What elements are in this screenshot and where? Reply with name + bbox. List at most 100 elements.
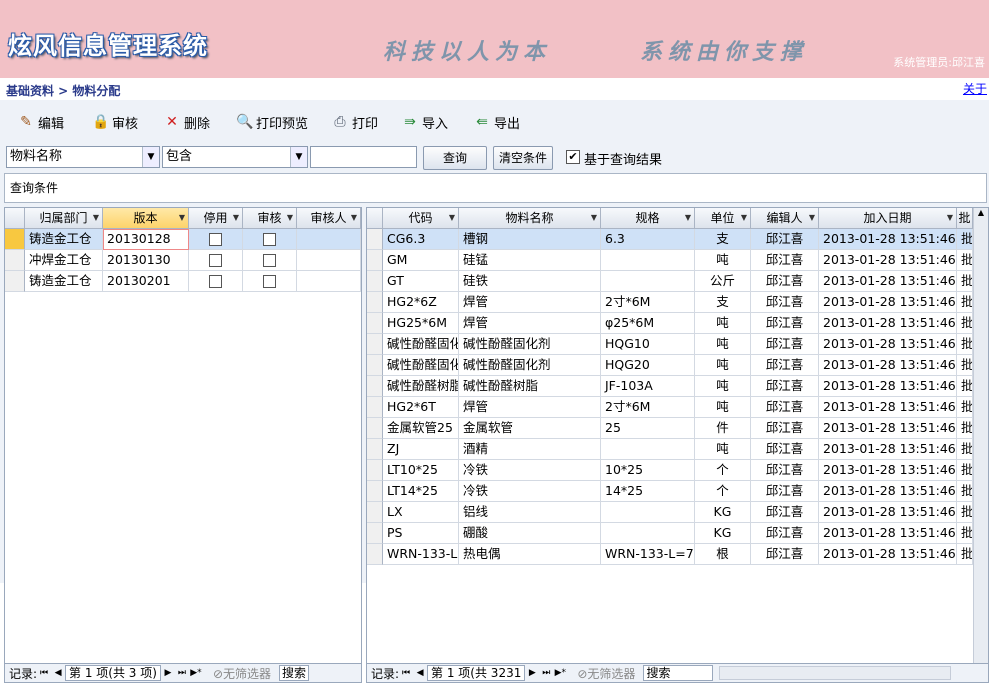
table-cell-unit[interactable]: 吨: [695, 397, 751, 418]
table-cell-date[interactable]: 2013-01-28 13:51:46: [819, 355, 957, 376]
table-cell-editor[interactable]: 邱江喜: [751, 292, 819, 313]
col-spec[interactable]: 规格 ▼: [601, 208, 695, 229]
print-preview-button[interactable]: 🔍 打印预览: [236, 113, 308, 132]
chevron-down-icon[interactable]: ▼: [290, 147, 307, 167]
table-cell-spec[interactable]: 2寸*6M: [601, 292, 695, 313]
table-row[interactable]: HG2*6T 焊管 2寸*6M 吨邱江喜 2013-01-28 13:51:46 批: [367, 397, 973, 418]
table-cell-extra[interactable]: 批: [957, 397, 973, 418]
table-cell-editor[interactable]: 邱江喜: [751, 481, 819, 502]
table-cell-editor[interactable]: 邱江喜: [751, 439, 819, 460]
table-cell-code[interactable]: 金属软管25: [383, 418, 459, 439]
table-cell-unit[interactable]: KG: [695, 523, 751, 544]
table-cell-name[interactable]: 铝线: [459, 502, 601, 523]
filter-value-input[interactable]: [310, 146, 417, 168]
table-cell-editor[interactable]: 邱江喜: [751, 271, 819, 292]
table-cell-date[interactable]: 2013-01-28 13:51:46: [819, 481, 957, 502]
table-cell-extra[interactable]: 批: [957, 313, 973, 334]
table-cell-extra[interactable]: 批: [957, 481, 973, 502]
table-cell-extra[interactable]: 批: [957, 229, 973, 250]
clear-conditions-button[interactable]: 清空条件: [493, 146, 553, 170]
table-cell-date[interactable]: 2013-01-28 13:51:46: [819, 334, 957, 355]
table-cell-name[interactable]: 热电偶: [459, 544, 601, 565]
query-button[interactable]: 查询: [423, 146, 487, 170]
row-selector[interactable]: [367, 292, 383, 313]
table-cell-code[interactable]: HG25*6M: [383, 313, 459, 334]
table-cell-name[interactable]: 焊管: [459, 313, 601, 334]
table-cell-spec[interactable]: φ25*6M: [601, 313, 695, 334]
table-cell-name[interactable]: 金属软管: [459, 418, 601, 439]
delete-button[interactable]: ✕ 删除: [164, 113, 210, 132]
last-record-icon[interactable]: ⏭: [175, 668, 189, 678]
table-cell-date[interactable]: 2013-01-28 13:51:46: [819, 292, 957, 313]
table-cell-unit[interactable]: 件: [695, 418, 751, 439]
col-version[interactable]: 版本 ▼: [103, 208, 189, 229]
table-cell-extra[interactable]: 批: [957, 544, 973, 565]
table-cell-code[interactable]: 碱性酚醛树脂: [383, 376, 459, 397]
table-cell-editor[interactable]: 邱江喜: [751, 544, 819, 565]
table-cell-name[interactable]: 焊管: [459, 292, 601, 313]
row-selector[interactable]: [5, 271, 25, 292]
first-record-icon[interactable]: ⏮: [37, 668, 51, 678]
table-cell-extra[interactable]: 批: [957, 334, 973, 355]
next-record-icon[interactable]: ▶: [161, 668, 175, 678]
table-cell-unit[interactable]: 吨: [695, 439, 751, 460]
filter-operator-select[interactable]: 包含 ▼: [162, 146, 308, 168]
prev-record-icon[interactable]: ◀: [51, 668, 65, 678]
table-row[interactable]: 碱性酚醛固化 碱性酚醛固化剂 HQG10 吨邱江喜 2013-01-28 13:51:4…: [367, 334, 973, 355]
table-cell-unit[interactable]: 吨: [695, 355, 751, 376]
table-cell-spec[interactable]: WRN-133-L=7: [601, 544, 695, 565]
col-dept[interactable]: 归属部门 ▼: [25, 208, 103, 229]
row-selector[interactable]: [367, 502, 383, 523]
col-editor[interactable]: 编辑人 ▼: [751, 208, 819, 229]
table-cell-unit[interactable]: 吨: [695, 334, 751, 355]
table-cell-extra[interactable]: 批: [957, 502, 973, 523]
table-cell-unit[interactable]: 支: [695, 292, 751, 313]
row-selector[interactable]: [367, 334, 383, 355]
table-cell-spec[interactable]: 6.3: [601, 229, 695, 250]
table-row[interactable]: HG25*6M 焊管 φ25*6M 吨邱江喜 2013-01-28 13:51:46 批: [367, 313, 973, 334]
table-row[interactable]: 碱性酚醛树脂 碱性酚醛树脂 JF-103A 吨邱江喜 2013-01-28 13:51:…: [367, 376, 973, 397]
no-filter-indicator[interactable]: ⊘无筛选器: [577, 665, 635, 682]
table-cell-code[interactable]: GM: [383, 250, 459, 271]
no-filter-indicator[interactable]: ⊘无筛选器: [213, 665, 271, 682]
table-cell-editor[interactable]: 邱江喜: [751, 376, 819, 397]
row-selector[interactable]: [367, 439, 383, 460]
table-row[interactable]: LT14*25 冷铁 14*25 个邱江喜 2013-01-28 13:51:46 批: [367, 481, 973, 502]
table-row[interactable]: HG2*6Z 焊管 2寸*6M 支邱江喜 2013-01-28 13:51:46 批: [367, 292, 973, 313]
table-cell-date[interactable]: 2013-01-28 13:51:46: [819, 397, 957, 418]
table-row[interactable]: CG6.3 槽钢 6.3 支邱江喜 2013-01-28 13:51:46 批: [367, 229, 973, 250]
record-position[interactable]: 第 1 项(共 3 项): [65, 665, 161, 681]
based-on-result-checkbox[interactable]: ✔: [566, 150, 580, 164]
table-cell-spec[interactable]: HQG10: [601, 334, 695, 355]
table-cell-editor[interactable]: 邱江喜: [751, 460, 819, 481]
table-cell-editor[interactable]: 邱江喜: [751, 397, 819, 418]
table-cell-unit[interactable]: KG: [695, 502, 751, 523]
table-cell-extra[interactable]: 批: [957, 460, 973, 481]
audit-button[interactable]: 🔒 审核: [92, 113, 138, 132]
vertical-scrollbar[interactable]: ▲: [973, 208, 988, 666]
table-cell-extra[interactable]: 批: [957, 418, 973, 439]
table-cell-spec[interactable]: [601, 439, 695, 460]
table-cell-editor[interactable]: 邱江喜: [751, 523, 819, 544]
table-cell-spec[interactable]: JF-103A: [601, 376, 695, 397]
row-selector[interactable]: [367, 355, 383, 376]
table-cell-name[interactable]: 碱性酚醛固化剂: [459, 334, 601, 355]
table-row[interactable]: LT10*25 冷铁 10*25 个邱江喜 2013-01-28 13:51:46 批: [367, 460, 973, 481]
table-cell-extra[interactable]: 批: [957, 439, 973, 460]
table-row[interactable]: 金属软管25 金属软管 25 件邱江喜 2013-01-28 13:51:46 批: [367, 418, 973, 439]
row-selector[interactable]: [5, 250, 25, 271]
table-cell-name[interactable]: 焊管: [459, 397, 601, 418]
table-cell-date[interactable]: 2013-01-28 13:51:46: [819, 376, 957, 397]
table-cell-unit[interactable]: 支: [695, 229, 751, 250]
table-cell-date[interactable]: 2013-01-28 13:51:46: [819, 523, 957, 544]
table-cell-extra[interactable]: 批: [957, 292, 973, 313]
table-cell-code[interactable]: LT10*25: [383, 460, 459, 481]
last-record-icon[interactable]: ⏭: [539, 668, 553, 678]
table-cell-name[interactable]: 碱性酚醛固化剂: [459, 355, 601, 376]
table-cell-spec[interactable]: 14*25: [601, 481, 695, 502]
table-cell-spec[interactable]: [601, 523, 695, 544]
table-row[interactable]: GM 硅锰 吨邱江喜 2013-01-28 13:51:46 批: [367, 250, 973, 271]
table-cell-name[interactable]: 硼酸: [459, 523, 601, 544]
table-cell-date[interactable]: 2013-01-28 13:51:46: [819, 313, 957, 334]
table-cell-code[interactable]: HG2*6T: [383, 397, 459, 418]
